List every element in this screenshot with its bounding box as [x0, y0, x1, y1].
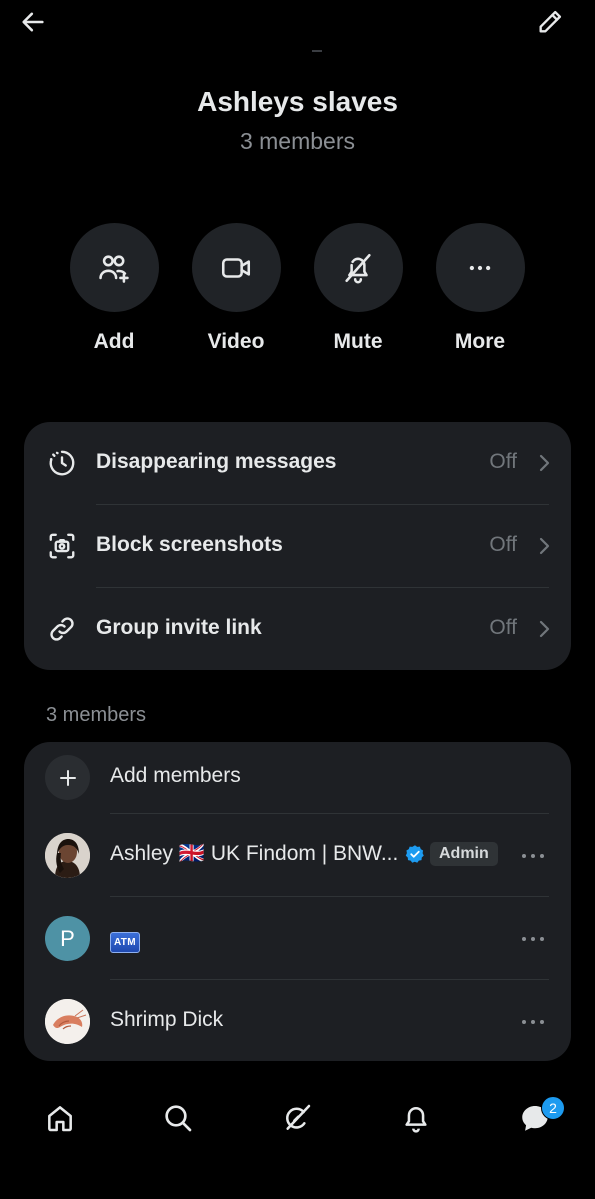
- setting-value: Off: [489, 616, 517, 639]
- setting-value: Off: [489, 533, 517, 556]
- setting-label: Group invite link: [96, 616, 262, 639]
- more-action[interactable]: More: [435, 223, 525, 354]
- nav-grok[interactable]: [277, 1098, 317, 1138]
- arrow-left-icon: [19, 8, 47, 36]
- screenshot-camera-icon: [46, 530, 78, 562]
- home-icon: [44, 1102, 76, 1134]
- chevron-right-icon: [537, 453, 551, 473]
- messages-badge: 2: [541, 1096, 565, 1120]
- back-button[interactable]: [11, 0, 55, 44]
- timer-icon: [46, 447, 78, 479]
- verified-badge-icon: [405, 844, 425, 864]
- member-name: Shrimp Dick: [110, 1008, 224, 1031]
- video-action-circle[interactable]: [191, 223, 281, 312]
- member-row[interactable]: Shrimp Dick: [24, 980, 571, 1063]
- avatar-letter: P: [60, 925, 75, 951]
- setting-disappearing-messages[interactable]: Disappearing messages Off: [24, 422, 571, 505]
- bottom-nav: [0, 1080, 595, 1155]
- more-horizontal-icon: [465, 253, 495, 283]
- avatar[interactable]: [45, 833, 90, 878]
- add-member-circle[interactable]: [45, 755, 90, 800]
- bell-icon: [400, 1102, 432, 1134]
- add-people-icon: [97, 251, 131, 285]
- video-action-label: Video: [207, 330, 265, 353]
- member-more-icon[interactable]: [521, 853, 545, 859]
- group-name: Ashleys slaves: [197, 86, 398, 117]
- setting-label: Block screenshots: [96, 533, 283, 556]
- add-members-row[interactable]: Add members: [24, 736, 571, 819]
- chevron-right-icon: [537, 619, 551, 639]
- member-name: Ashley 🇬🇧 UK Findom | BNW...: [110, 842, 399, 865]
- grok-icon: [281, 1102, 313, 1134]
- group-member-count: 3 members: [239, 128, 356, 154]
- members-heading: 3 members: [46, 704, 147, 726]
- setting-block-screenshots[interactable]: Block screenshots Off: [24, 505, 571, 588]
- search-icon: [162, 1102, 194, 1134]
- member-row[interactable]: P ATM: [24, 897, 571, 980]
- setting-group-invite-link[interactable]: Group invite link Off: [24, 588, 571, 671]
- add-action[interactable]: Add: [69, 223, 159, 354]
- chevron-right-icon: [537, 536, 551, 556]
- add-action-circle[interactable]: [69, 223, 159, 312]
- video-camera-icon: [219, 251, 253, 285]
- mute-action-circle[interactable]: [313, 223, 403, 312]
- bell-slash-icon: [341, 251, 375, 285]
- nav-home[interactable]: [40, 1098, 80, 1138]
- pencil-icon: [536, 8, 564, 36]
- setting-label: Disappearing messages: [96, 450, 337, 473]
- nav-search[interactable]: [158, 1098, 198, 1138]
- more-action-label: More: [454, 330, 506, 353]
- add-members-label: Add members: [110, 764, 241, 787]
- admin-badge: Admin: [430, 842, 498, 866]
- more-action-circle[interactable]: [435, 223, 525, 312]
- mute-action-label: Mute: [333, 330, 383, 353]
- member-more-icon[interactable]: [521, 936, 545, 942]
- atm-emoji: ATM: [110, 932, 140, 953]
- avatar[interactable]: P: [45, 916, 90, 961]
- avatar[interactable]: [45, 999, 90, 1044]
- members-card: Add members Ashley 🇬🇧 UK Findom | BNW...…: [24, 742, 571, 1061]
- nav-notifications[interactable]: [396, 1098, 436, 1138]
- member-name: ATM: [110, 927, 140, 953]
- add-action-label: Add: [93, 330, 135, 353]
- group-avatar-placeholder: [312, 50, 322, 52]
- video-action[interactable]: Video: [191, 223, 281, 354]
- plus-icon: [58, 768, 78, 788]
- mute-action[interactable]: Mute: [313, 223, 403, 354]
- link-icon: [46, 613, 78, 645]
- member-row[interactable]: Ashley 🇬🇧 UK Findom | BNW... Admin: [24, 814, 571, 897]
- setting-value: Off: [489, 450, 517, 473]
- settings-card: Disappearing messages Off Block screensh…: [24, 422, 571, 670]
- edit-button[interactable]: [528, 0, 572, 44]
- member-more-icon[interactable]: [521, 1019, 545, 1025]
